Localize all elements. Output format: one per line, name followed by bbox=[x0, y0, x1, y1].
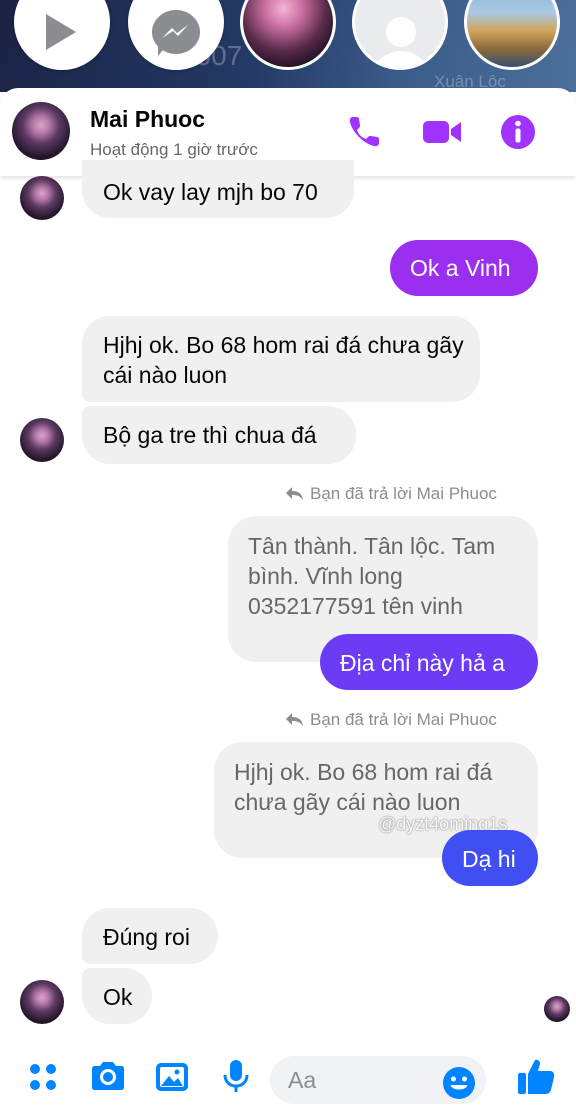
reply-note: Bạn đã trả lời Mai Phuoc bbox=[284, 710, 497, 730]
contact-avatar[interactable] bbox=[20, 176, 64, 220]
message-bubble-incoming[interactable]: Ok bbox=[82, 968, 152, 1024]
story-avatar[interactable] bbox=[464, 0, 560, 70]
reply-arrow-icon bbox=[286, 487, 303, 500]
message-bubble-outgoing[interactable]: Địa chỉ này hả a bbox=[320, 634, 538, 690]
video-camera-icon[interactable] bbox=[422, 112, 462, 152]
contact-status: Hoạt động 1 giờ trước bbox=[90, 140, 258, 159]
message-composer bbox=[0, 1048, 576, 1110]
message-bubble-outgoing[interactable]: Dạ hi bbox=[442, 830, 538, 886]
message-bubble-incoming[interactable]: Bộ ga tre thì chua đá bbox=[82, 406, 356, 464]
story-avatar[interactable] bbox=[352, 0, 448, 70]
story-avatar[interactable] bbox=[240, 0, 336, 70]
contact-avatar[interactable] bbox=[12, 102, 70, 160]
reply-note: Bạn đã trả lời Mai Phuoc bbox=[284, 484, 497, 504]
play-icon bbox=[46, 14, 76, 50]
info-icon[interactable] bbox=[498, 112, 538, 152]
message-bubble-incoming[interactable]: Đúng roi bbox=[82, 908, 218, 964]
default-avatar-icon bbox=[386, 17, 416, 47]
contact-avatar[interactable] bbox=[20, 980, 64, 1024]
emoji-icon[interactable] bbox=[442, 1066, 476, 1100]
apps-grid-icon[interactable] bbox=[24, 1056, 64, 1096]
messenger-icon bbox=[152, 10, 200, 56]
gallery-icon[interactable] bbox=[152, 1056, 192, 1096]
contact-avatar[interactable] bbox=[20, 418, 64, 462]
story-strip: 2007 Xuân Lộc bbox=[0, 0, 576, 92]
story-play-button[interactable] bbox=[14, 0, 110, 70]
message-bubble-outgoing[interactable]: Ok a Vinh bbox=[390, 240, 538, 296]
thumbs-up-icon[interactable] bbox=[514, 1054, 558, 1098]
camera-icon[interactable] bbox=[88, 1056, 128, 1096]
reply-arrow-icon bbox=[286, 713, 303, 726]
phone-icon[interactable] bbox=[344, 112, 384, 152]
message-bubble-incoming[interactable]: Ok vay lay mjh bo 70 bbox=[82, 160, 354, 218]
contact-name[interactable]: Mai Phuoc bbox=[90, 106, 205, 133]
message-bubble-incoming[interactable]: Hjhj ok. Bo 68 hom rai đá chưa gãy cái n… bbox=[82, 316, 480, 402]
seen-indicator-avatar bbox=[544, 996, 570, 1022]
microphone-icon[interactable] bbox=[216, 1056, 256, 1096]
